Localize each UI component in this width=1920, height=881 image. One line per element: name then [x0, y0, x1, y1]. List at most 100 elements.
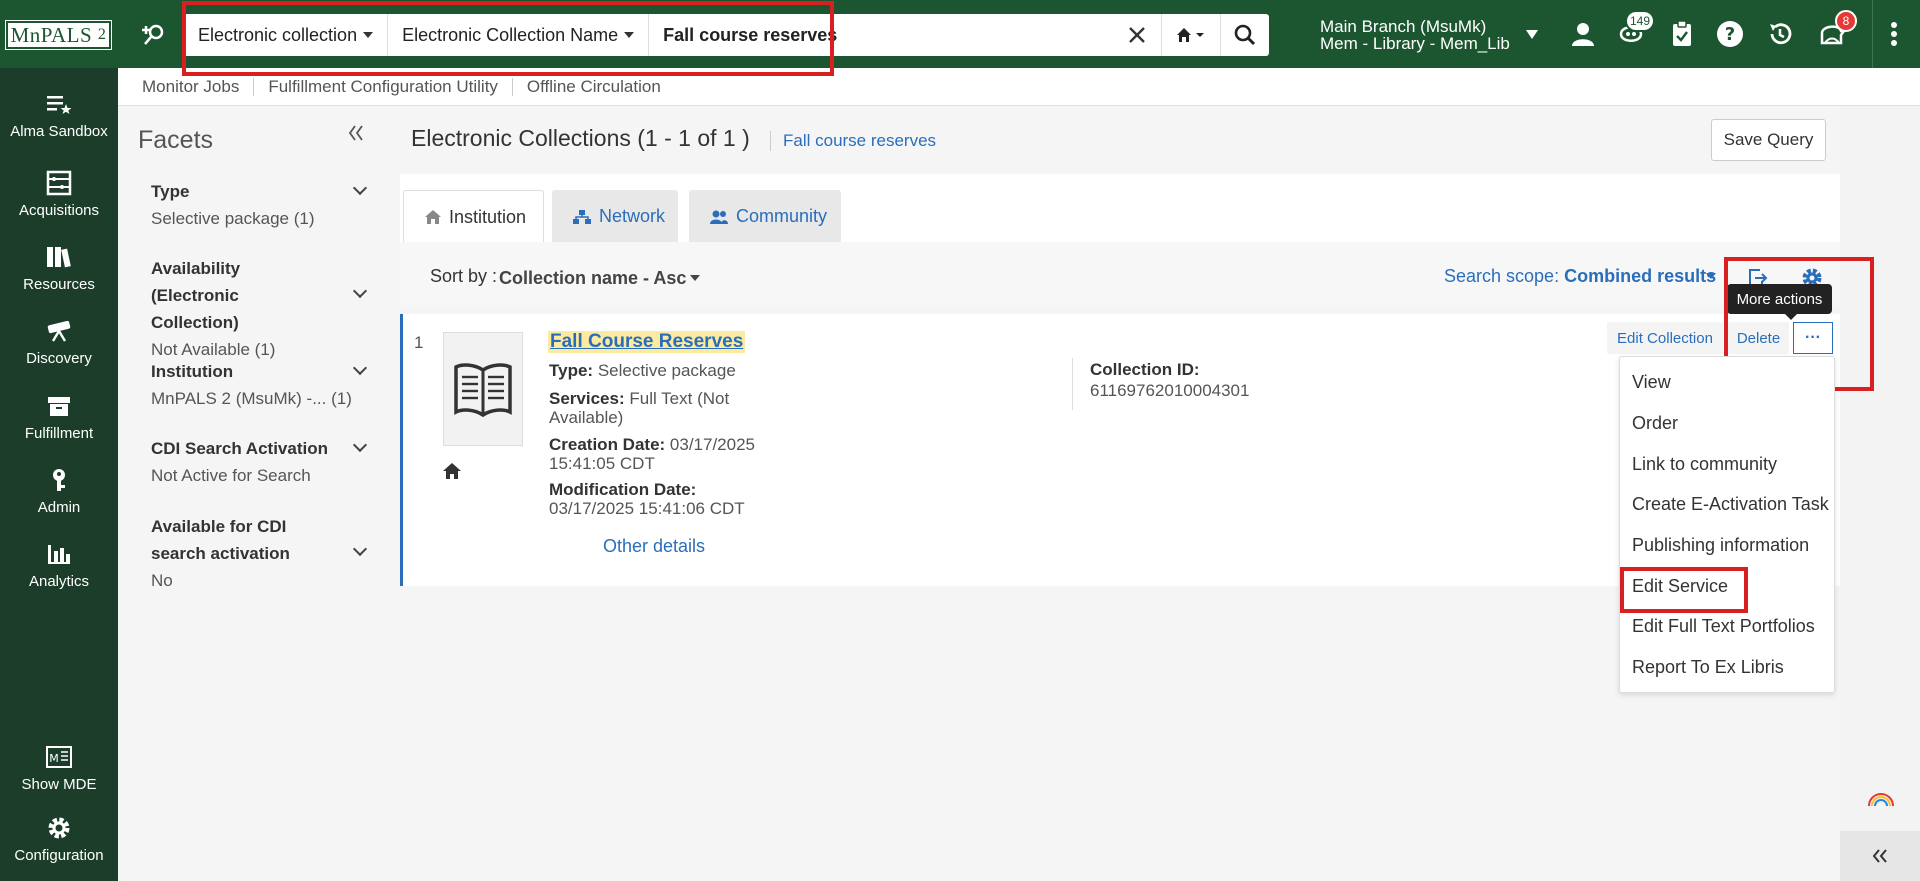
chevron-down-icon[interactable]	[1706, 273, 1716, 279]
sidebar-item-alma-sandbox[interactable]: Alma Sandbox	[0, 91, 118, 140]
search-bar: Electronic collection Electronic Collect…	[184, 14, 1269, 56]
search-scope-select[interactable]	[1161, 14, 1221, 56]
facet-availability: Availability (Electronic Collection) Not…	[151, 255, 371, 360]
gear-icon	[0, 815, 118, 841]
other-details-link[interactable]: Other details	[603, 536, 705, 557]
menu-item-edit-service[interactable]: Edit Service	[1632, 576, 1728, 597]
tab-network[interactable]: Network	[552, 190, 678, 243]
home-icon	[424, 209, 442, 225]
sidebar-item-fulfillment[interactable]: Fulfillment	[0, 393, 118, 442]
chevron-down-icon[interactable]	[690, 275, 700, 281]
chevron-down-icon[interactable]	[352, 541, 368, 557]
sidebar-item-show-mde[interactable]: M Show MDE	[0, 744, 118, 793]
kebab-menu-icon[interactable]	[1876, 16, 1912, 52]
menu-item-publishing-information[interactable]: Publishing information	[1632, 535, 1809, 556]
menu-item-edit-full-text-portfolios[interactable]: Edit Full Text Portfolios	[1632, 616, 1815, 637]
facet-value[interactable]: Selective package (1)	[151, 209, 371, 229]
search-type-select[interactable]: Electronic collection	[184, 14, 389, 56]
record-number: 1	[414, 333, 424, 352]
tab-label: Network	[599, 206, 666, 226]
expand-panel-button[interactable]	[1840, 831, 1920, 881]
nav-link-monitor-jobs[interactable]: Monitor Jobs	[142, 77, 255, 96]
menu-item-report-to-ex-libris[interactable]: Report To Ex Libris	[1632, 657, 1784, 678]
tab-institution[interactable]: Institution	[403, 190, 544, 243]
divider	[1872, 0, 1873, 68]
menu-item-create-e-activation-task[interactable]: Create E-Activation Task	[1632, 494, 1829, 515]
sidebar-item-label: Show MDE	[21, 776, 97, 793]
search-icon[interactable]	[1221, 14, 1269, 56]
sidebar-item-acquisitions[interactable]: Acquisitions	[0, 170, 118, 219]
collapse-facets-icon[interactable]	[348, 124, 364, 147]
menu-item-view[interactable]: View	[1632, 372, 1671, 393]
delete-button[interactable]: Delete	[1728, 322, 1789, 354]
sidebar-item-analytics[interactable]: Analytics	[0, 541, 118, 590]
facet-type: Type Selective package (1)	[151, 178, 371, 229]
facet-title[interactable]: CDI Search Activation	[151, 435, 351, 462]
facet-title[interactable]: Available for CDI search activation	[151, 513, 326, 567]
chevron-down-icon[interactable]	[352, 437, 368, 453]
menu-item-link-to-community[interactable]: Link to community	[1632, 454, 1777, 475]
chevron-down-icon[interactable]	[352, 360, 368, 376]
record-modification-date: Modification Date: 03/17/2025 15:41:06 CD…	[549, 480, 745, 518]
more-actions-tooltip: More actions	[1727, 284, 1832, 320]
tasks-icon[interactable]: 149	[1613, 10, 1655, 52]
sidebar-item-label: Resources	[23, 276, 95, 293]
sidebar-item-admin[interactable]: Admin	[0, 467, 118, 516]
field-label: Creation Date:	[549, 435, 666, 454]
chevron-down-icon[interactable]	[352, 283, 368, 299]
current-location[interactable]: Main Branch (MsuMk) Mem - Library - Mem_…	[1320, 18, 1510, 52]
tab-community[interactable]: Community	[689, 190, 841, 243]
mnpals-logo[interactable]: MnPALS 2	[5, 20, 112, 50]
facet-value[interactable]: Not Active for Search	[151, 466, 371, 486]
nav-link-fulfillment-configuration-utility[interactable]: Fulfillment Configuration Utility	[254, 77, 513, 96]
abacus-icon	[0, 170, 118, 196]
sidebar-item-label: Admin	[37, 499, 81, 516]
collection-id-value: 61169762010004301	[1090, 381, 1250, 400]
sidebar-item-label: Alma Sandbox	[10, 123, 108, 140]
facet-value[interactable]: Not Available (1)	[151, 340, 371, 360]
clear-icon[interactable]	[1113, 14, 1161, 56]
user-icon[interactable]	[1565, 16, 1601, 52]
sort-select[interactable]: Collection name - Asc	[499, 268, 686, 289]
telescope-icon	[0, 318, 118, 344]
facets-title: Facets	[138, 126, 214, 154]
menu-item-order[interactable]: Order	[1632, 413, 1678, 434]
record-creation-date: Creation Date: 03/17/2025 15:41:05 CDT	[549, 435, 755, 473]
loading-spinner-icon	[1866, 786, 1896, 816]
save-query-button[interactable]: Save Query	[1711, 119, 1826, 161]
facet-title[interactable]: Institution	[151, 358, 326, 385]
search-field-select[interactable]: Electronic Collection Name	[388, 14, 650, 56]
query-link[interactable]: Fall course reserves	[770, 131, 936, 151]
clipboard-icon[interactable]	[1664, 16, 1700, 52]
box-icon	[0, 393, 118, 419]
chevron-down-icon[interactable]	[1526, 30, 1538, 39]
tab-label: Institution	[449, 206, 527, 227]
history-icon[interactable]	[1762, 16, 1798, 52]
record-services: Services: Full Text (Not Available)	[549, 389, 729, 427]
mde-icon: M	[0, 744, 118, 770]
record-title-link[interactable]: Fall Course Reserves	[548, 331, 746, 353]
list-star-icon	[0, 91, 118, 117]
nav-link-offline-circulation[interactable]: Offline Circulation	[513, 77, 675, 96]
persistent-search-icon[interactable]	[134, 18, 174, 52]
facet-value[interactable]: MnPALS 2 (MsuMk) -... (1)	[151, 389, 371, 409]
facet-title[interactable]: Type	[151, 178, 326, 205]
sidebar-item-resources[interactable]: Resources	[0, 244, 118, 293]
chevron-down-icon[interactable]	[352, 180, 368, 196]
svg-text:M: M	[49, 752, 59, 765]
network-icon	[572, 209, 592, 225]
edit-collection-button[interactable]: Edit Collection	[1607, 322, 1723, 354]
more-actions-menu	[1619, 356, 1835, 693]
facet-title[interactable]: Availability (Electronic Collection)	[151, 255, 326, 336]
search-field-label: Electronic Collection Name	[402, 24, 619, 45]
sidebar-item-configuration[interactable]: Configuration	[0, 815, 118, 864]
search-input[interactable]: Fall course reserves	[649, 14, 1113, 56]
home-icon	[1177, 28, 1204, 42]
notifications-icon[interactable]: 8	[1815, 10, 1857, 52]
help-icon[interactable]: ?	[1712, 16, 1748, 52]
search-scope-select[interactable]: Search scope: Combined results	[1444, 266, 1716, 287]
bar-chart-icon	[0, 541, 118, 567]
sidebar-item-discovery[interactable]: Discovery	[0, 318, 118, 367]
more-actions-button[interactable]: ···	[1793, 322, 1833, 354]
facet-value[interactable]: No	[151, 571, 371, 591]
